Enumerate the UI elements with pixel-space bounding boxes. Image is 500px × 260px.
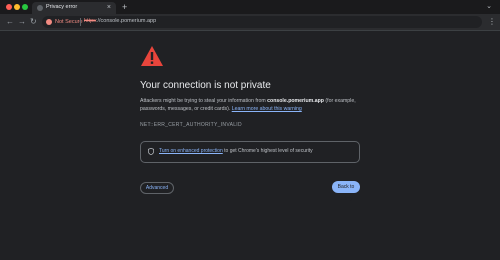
body-prefix: Attackers might be trying to steal your … <box>140 98 268 104</box>
shield-icon <box>148 148 154 155</box>
back-to-safety-button[interactable]: Back to safety <box>332 181 360 202</box>
url-scheme: https <box>84 18 96 24</box>
tab-privacy-error[interactable]: Privacy error × <box>32 2 116 14</box>
not-secure-chip[interactable]: Not Secure <box>46 17 83 27</box>
advanced-button[interactable]: Advanced <box>140 182 174 194</box>
protection-text: Turn on enhanced protection to get Chrom… <box>159 148 313 154</box>
forward-arrow-icon[interactable]: → <box>18 16 26 28</box>
tab-title: Privacy error <box>46 4 78 10</box>
tab-search-icon[interactable]: ⌄ <box>486 2 492 10</box>
tab-favicon-icon <box>37 5 43 11</box>
warning-body: Attackers might be trying to steal your … <box>140 97 365 113</box>
target-domain: console.pomerium.app <box>267 98 324 104</box>
browser-toolbar: ← → ↻ Not Secure https://console.pomeriu… <box>0 14 500 31</box>
warning-triangle-icon <box>141 46 163 66</box>
maximize-window-button[interactable] <box>22 4 28 10</box>
page-heading: Your connection is not private <box>140 80 271 91</box>
learn-more-link[interactable]: Learn more about this warning <box>232 106 302 112</box>
address-bar[interactable]: Not Secure https://console.pomerium.app <box>42 16 482 28</box>
tab-close-icon[interactable]: × <box>107 3 111 13</box>
enhanced-protection-link[interactable]: Turn on enhanced protection <box>159 148 223 154</box>
back-arrow-icon[interactable]: ← <box>6 16 14 28</box>
minimize-window-button[interactable] <box>14 4 20 10</box>
warning-triangle-icon <box>46 19 52 25</box>
close-window-button[interactable] <box>6 4 12 10</box>
url-host: ://console.pomerium.app <box>95 18 157 24</box>
new-tab-button[interactable]: + <box>122 1 127 13</box>
not-secure-label: Not Secure <box>55 19 83 25</box>
error-code: NET::ERR_CERT_AUTHORITY_INVALID <box>140 122 242 128</box>
chip-divider <box>80 18 81 26</box>
enhanced-protection-box: Turn on enhanced protection to get Chrom… <box>140 141 360 163</box>
reload-icon[interactable]: ↻ <box>30 16 37 28</box>
menu-kebab-icon[interactable]: ⋮ <box>488 16 496 28</box>
title-bar: Privacy error × + ⌄ <box>0 0 500 14</box>
url-text[interactable]: https://console.pomerium.app <box>84 18 156 24</box>
protection-suffix: to get Chrome's highest level of securit… <box>222 148 313 154</box>
